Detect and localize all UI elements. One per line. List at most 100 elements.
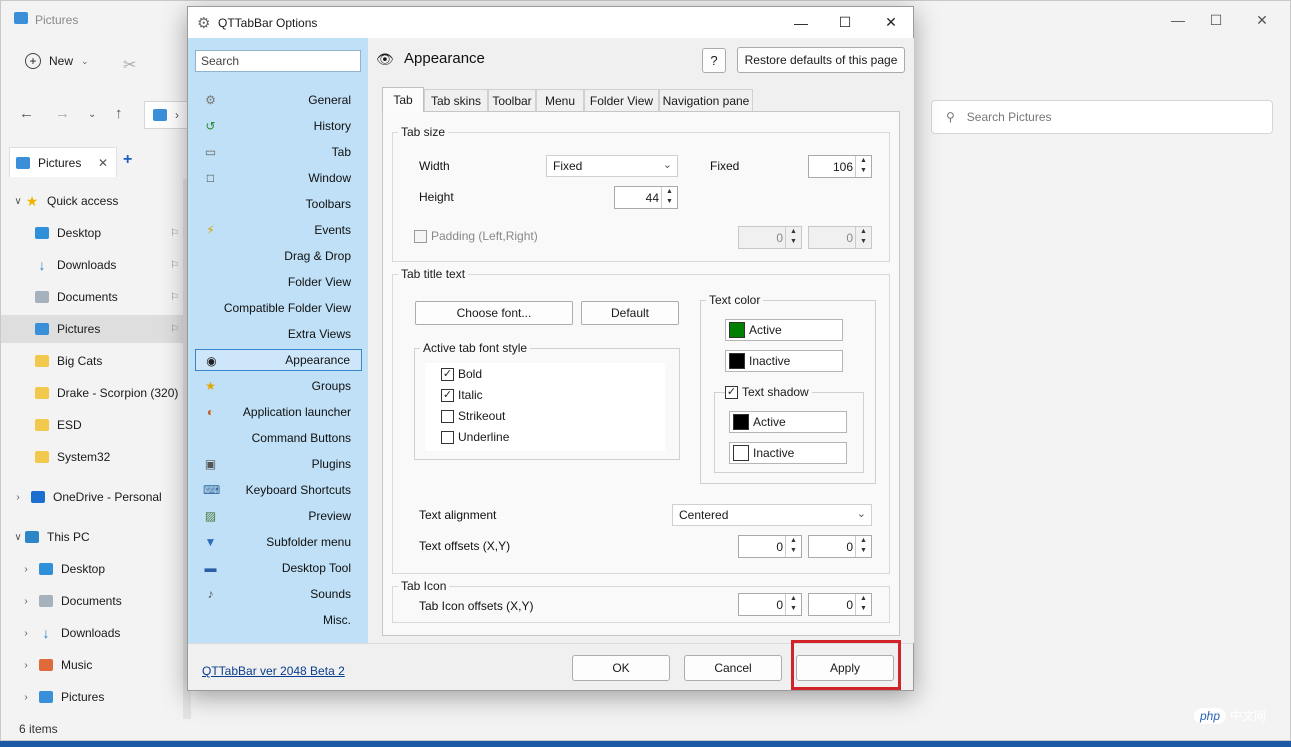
width-mode-dropdown[interactable]: Fixed ⌄ xyxy=(546,155,678,177)
options-nav-item[interactable]: ▭ Tab xyxy=(195,141,362,163)
appearance-tab[interactable]: Tab xyxy=(382,87,424,112)
cancel-button[interactable]: Cancel xyxy=(684,655,782,681)
text-offset-x-spinner[interactable]: 0 ▲ ▼ xyxy=(738,535,802,558)
choose-font-button[interactable]: Choose font... xyxy=(415,301,573,325)
explorer-tab-pictures[interactable]: Pictures ✕ xyxy=(9,147,117,177)
tab-icon-offset-x-spinner[interactable]: 0 ▲ ▼ xyxy=(738,593,802,616)
spin-down-icon[interactable]: ▼ xyxy=(786,604,801,614)
text-alignment-dropdown[interactable]: Centered ⌄ xyxy=(672,504,872,526)
options-nav-item[interactable]: ⌨ Keyboard Shortcuts xyxy=(195,479,362,501)
restore-defaults-button[interactable]: Restore defaults of this page xyxy=(737,47,905,73)
spin-up-icon[interactable]: ▲ xyxy=(856,594,871,604)
ok-button[interactable]: OK xyxy=(572,655,670,681)
spin-up-icon[interactable]: ▲ xyxy=(662,187,677,197)
dialog-maximize-button[interactable]: ☐ xyxy=(822,7,868,38)
spin-up-icon[interactable]: ▲ xyxy=(786,227,801,237)
options-nav-item[interactable]: Command Buttons xyxy=(195,427,362,449)
padding-right-spinner[interactable]: 0 ▲ ▼ xyxy=(808,226,872,249)
shadow-active-color-button[interactable]: Active xyxy=(729,411,847,433)
back-icon[interactable]: ← xyxy=(19,105,34,122)
tree-item[interactable]: › Pictures xyxy=(1,683,183,711)
spin-down-icon[interactable]: ▼ xyxy=(786,546,801,556)
default-font-button[interactable]: Default xyxy=(581,301,679,325)
close-tab-icon[interactable]: ✕ xyxy=(98,156,108,170)
options-nav-item[interactable]: Extra Views xyxy=(195,323,362,345)
font-style-checkbox[interactable]: ✓ Bold xyxy=(441,367,482,381)
tree-item[interactable]: › OneDrive - Personal xyxy=(1,483,183,511)
cut-icon[interactable]: ✂ xyxy=(123,55,136,75)
dialog-minimize-button[interactable]: — xyxy=(778,7,824,38)
spin-up-icon[interactable]: ▲ xyxy=(856,227,871,237)
help-button[interactable]: ? xyxy=(702,48,726,73)
active-color-button[interactable]: Active xyxy=(725,319,843,341)
forward-icon[interactable]: → xyxy=(55,105,70,122)
options-nav-item[interactable]: ◉ Appearance xyxy=(195,349,362,371)
font-style-checkbox[interactable]: Strikeout xyxy=(441,409,505,423)
tree-item[interactable]: Pictures ⚐ xyxy=(1,315,183,343)
options-search-input[interactable]: Search xyxy=(195,50,361,72)
tree-item[interactable]: › Documents xyxy=(1,587,183,615)
spin-down-icon[interactable]: ▼ xyxy=(856,546,871,556)
tree-item[interactable]: ↓ Downloads ⚐ xyxy=(1,251,183,279)
close-button[interactable]: ✕ xyxy=(1239,1,1285,39)
tree-item[interactable]: Drake - Scorpion (320) xyxy=(1,379,183,407)
options-nav-item[interactable]: ▬ Desktop Tool xyxy=(195,557,362,579)
spin-down-icon[interactable]: ▼ xyxy=(662,197,677,207)
tree-item[interactable]: › ↓ Downloads xyxy=(1,619,183,647)
options-nav-item[interactable]: Misc. xyxy=(195,609,362,631)
options-nav-item[interactable]: ★ Groups xyxy=(195,375,362,397)
options-nav-item[interactable]: ↺ History xyxy=(195,115,362,137)
options-nav-item[interactable]: ▨ Preview xyxy=(195,505,362,527)
appearance-tab[interactable]: Menu xyxy=(536,89,584,111)
options-nav-item[interactable]: ▣ Plugins xyxy=(195,453,362,475)
chevron-right-icon[interactable]: › xyxy=(19,660,33,671)
inactive-color-button[interactable]: Inactive xyxy=(725,350,843,372)
tree-item[interactable]: Desktop ⚐ xyxy=(1,219,183,247)
chevron-right-icon[interactable]: › xyxy=(19,596,33,607)
options-nav-item[interactable]: ♪ Sounds xyxy=(195,583,362,605)
padding-left-spinner[interactable]: 0 ▲ ▼ xyxy=(738,226,802,249)
shadow-inactive-color-button[interactable]: Inactive xyxy=(729,442,847,464)
options-nav-item[interactable]: ▼ Subfolder menu xyxy=(195,531,362,553)
options-nav-item[interactable]: ◐ Application launcher xyxy=(195,401,362,423)
options-nav-item[interactable]: □ Window xyxy=(195,167,362,189)
search-pictures-box[interactable]: ⚲ Search Pictures xyxy=(931,100,1273,134)
spin-up-icon[interactable]: ▲ xyxy=(856,536,871,546)
spin-down-icon[interactable]: ▼ xyxy=(856,166,871,176)
chevron-right-icon[interactable]: › xyxy=(19,692,33,703)
tree-item[interactable]: System32 xyxy=(1,443,183,471)
fixed-width-spinner[interactable]: 106 ▲ ▼ xyxy=(808,155,872,178)
address-bar[interactable]: › xyxy=(144,101,190,129)
tree-item[interactable]: Big Cats xyxy=(1,347,183,375)
chevron-down-icon[interactable]: ∨ xyxy=(11,196,25,207)
appearance-tab[interactable]: Toolbar xyxy=(488,89,536,111)
tree-item[interactable]: ∨ This PC xyxy=(1,523,183,551)
up-icon[interactable]: ↑ xyxy=(115,105,123,122)
new-tab-icon[interactable]: + xyxy=(123,151,132,169)
text-shadow-checkbox[interactable]: ✓ Text shadow xyxy=(725,385,812,399)
chevron-right-icon[interactable]: › xyxy=(19,564,33,575)
appearance-tab[interactable]: Folder View xyxy=(584,89,659,111)
spin-up-icon[interactable]: ▲ xyxy=(856,156,871,166)
recent-chevron-icon[interactable]: ⌄ xyxy=(88,109,96,120)
tab-icon-offset-y-spinner[interactable]: 0 ▲ ▼ xyxy=(808,593,872,616)
padding-checkbox[interactable]: Padding (Left,Right) xyxy=(414,229,538,243)
appearance-tab[interactable]: Tab skins xyxy=(424,89,488,111)
options-nav-item[interactable]: Folder View xyxy=(195,271,362,293)
spin-down-icon[interactable]: ▼ xyxy=(856,604,871,614)
text-offset-y-spinner[interactable]: 0 ▲ ▼ xyxy=(808,535,872,558)
tree-item[interactable]: › Desktop xyxy=(1,555,183,583)
height-spinner[interactable]: 44 ▲ ▼ xyxy=(614,186,678,209)
font-style-checkbox[interactable]: ✓ Italic xyxy=(441,388,483,402)
spin-up-icon[interactable]: ▲ xyxy=(786,536,801,546)
tree-item[interactable]: ESD xyxy=(1,411,183,439)
maximize-button[interactable]: ☐ xyxy=(1193,1,1239,39)
spin-down-icon[interactable]: ▼ xyxy=(856,237,871,247)
options-nav-item[interactable]: Drag & Drop xyxy=(195,245,362,267)
tree-item[interactable]: Documents ⚐ xyxy=(1,283,183,311)
spin-down-icon[interactable]: ▼ xyxy=(786,237,801,247)
font-style-checkbox[interactable]: Underline xyxy=(441,430,509,444)
options-nav-item[interactable]: Toolbars xyxy=(195,193,362,215)
dialog-close-button[interactable]: ✕ xyxy=(868,7,914,38)
new-button[interactable]: + New ⌄ xyxy=(25,53,89,69)
